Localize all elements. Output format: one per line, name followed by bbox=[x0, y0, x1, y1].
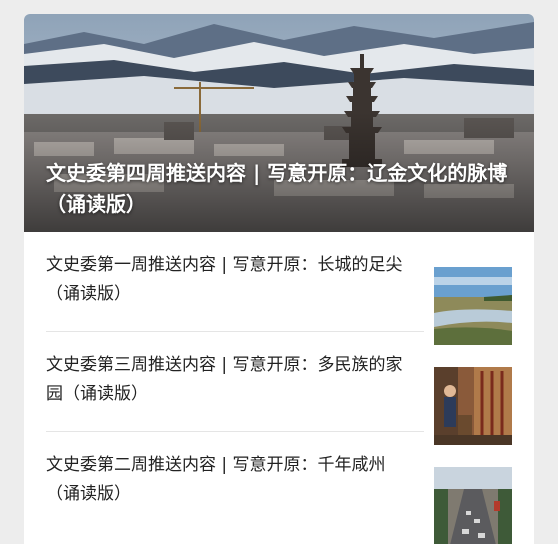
article-title: 文史委第三周推送内容 | 写意开原：多民族的家园（诵读版） bbox=[46, 355, 403, 404]
list-item[interactable]: 文史委第三周推送内容 | 写意开原：多民族的家园（诵读版） bbox=[24, 332, 534, 445]
featured-article[interactable]: 文史委第四周推送内容 | 写意开原：辽金文化的脉博（诵读版） bbox=[24, 14, 534, 232]
article-thumbnail bbox=[434, 467, 512, 544]
list-item[interactable]: 文史委第二周推送内容 | 写意开原：千年咸州（诵读版） bbox=[24, 432, 534, 544]
list-item[interactable]: 文史委第一周推送内容 | 写意开原：长城的足尖（诵读版） bbox=[24, 232, 534, 345]
article-title: 文史委第二周推送内容 | 写意开原：千年咸州（诵读版） bbox=[46, 455, 386, 504]
article-card: 文史委第四周推送内容 | 写意开原：辽金文化的脉博（诵读版） 文史委第一周推送内… bbox=[24, 14, 534, 544]
featured-article-title: 文史委第四周推送内容 | 写意开原：辽金文化的脉博（诵读版） bbox=[46, 161, 508, 216]
article-list: 文史委第一周推送内容 | 写意开原：长城的足尖（诵读版） 文史委第三周推送内容 … bbox=[24, 232, 534, 544]
article-title: 文史委第一周推送内容 | 写意开原：长城的足尖（诵读版） bbox=[46, 255, 403, 304]
